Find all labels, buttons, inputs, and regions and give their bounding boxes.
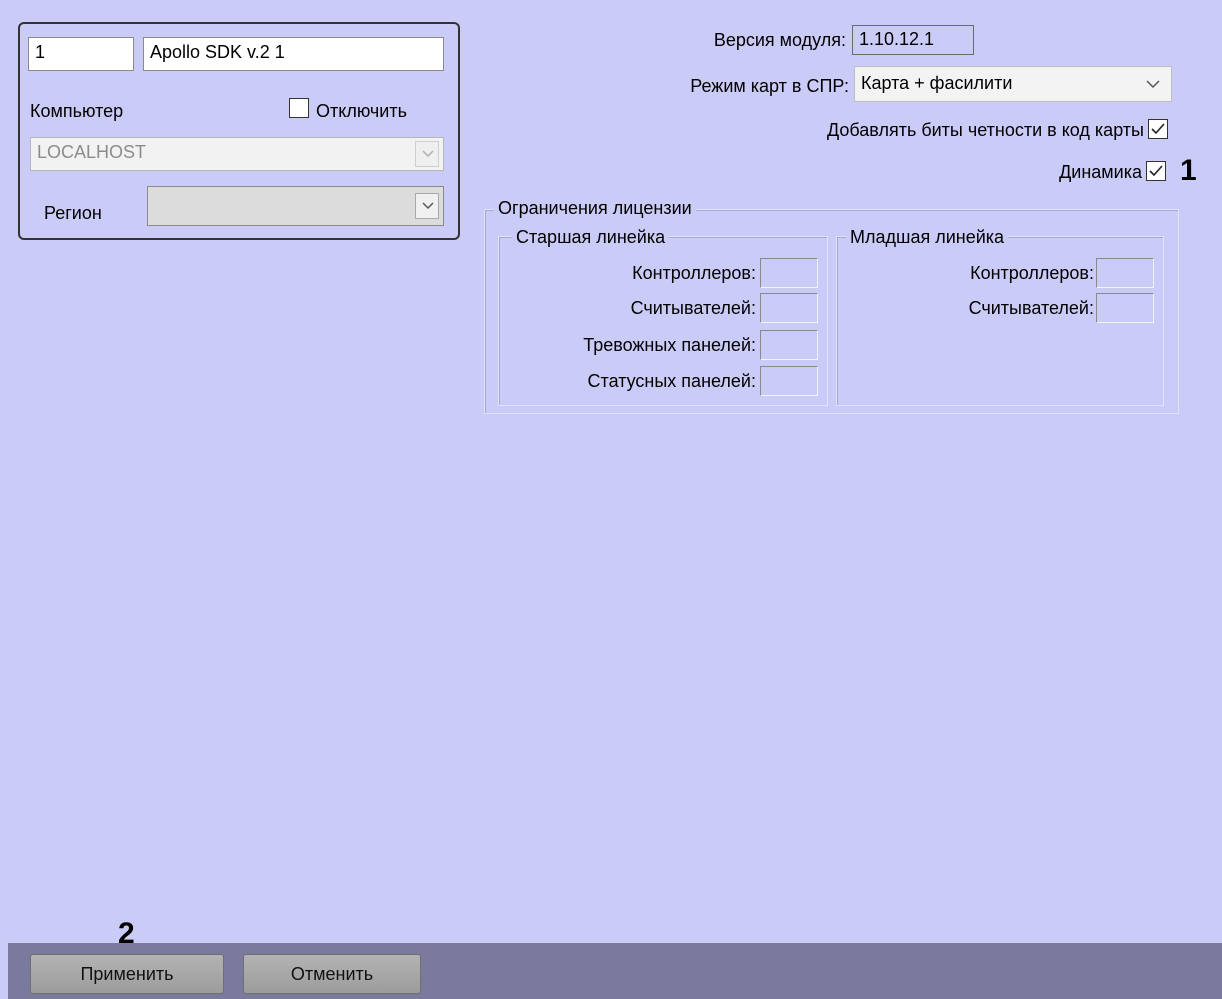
region-label: Регион [44,203,102,223]
computer-label: Компьютер [30,101,124,121]
junior-controllers-field[interactable] [1096,258,1154,288]
dynamics-checkbox[interactable] [1146,161,1166,181]
module-version-label: Версия модуля: [713,30,846,50]
card-mode-label: Режим карт в СПР: [690,76,849,96]
dynamics-label: Динамика [1059,162,1142,182]
computer-dropdown-arrow[interactable] [415,141,439,167]
object-name-field[interactable]: Apollo SDK v.2 1 [143,37,444,71]
card-mode-select[interactable]: Карта + фасилити [854,66,1172,102]
junior-controllers-label: Контроллеров: [970,263,1094,283]
annotation-marker-2: 2 [118,917,135,950]
senior-alarm-panels-field[interactable] [760,330,818,360]
senior-status-panels-field[interactable] [760,366,818,396]
senior-alarm-panels-label: Тревожных панелей: [583,335,756,355]
object-id-field[interactable]: 1 [28,37,134,71]
senior-readers-label: Считывателей: [630,298,756,318]
apply-button[interactable]: Применить [30,954,224,994]
chevron-down-icon [422,150,434,158]
senior-controllers-field[interactable] [760,258,818,288]
chevron-down-icon [422,202,434,210]
senior-controllers-label: Контроллеров: [632,263,756,283]
senior-status-panels-label: Статусных панелей: [587,371,756,391]
cancel-button[interactable]: Отменить [243,954,421,994]
checkmark-icon [1151,123,1165,135]
parity-label: Добавлять биты четности в код карты [826,120,1144,140]
module-version-field: 1.10.12.1 [852,25,974,55]
disable-checkbox[interactable] [289,98,309,118]
annotation-marker-1: 1 [1180,154,1197,187]
parity-checkbox[interactable] [1148,119,1168,139]
checkmark-icon [1149,165,1163,177]
chevron-down-icon[interactable] [1146,80,1160,89]
computer-select[interactable]: LOCALHOST [30,137,444,171]
license-group-title: Ограничения лицензии [494,197,696,219]
junior-readers-label: Считывателей: [968,298,1094,318]
junior-readers-field[interactable] [1096,293,1154,323]
region-select[interactable] [147,186,444,226]
junior-line-title: Младшая линейка [846,226,1009,248]
senior-line-title: Старшая линейка [512,226,670,248]
senior-readers-field[interactable] [760,293,818,323]
region-dropdown-arrow[interactable] [415,193,439,219]
disable-label: Отключить [316,101,407,121]
